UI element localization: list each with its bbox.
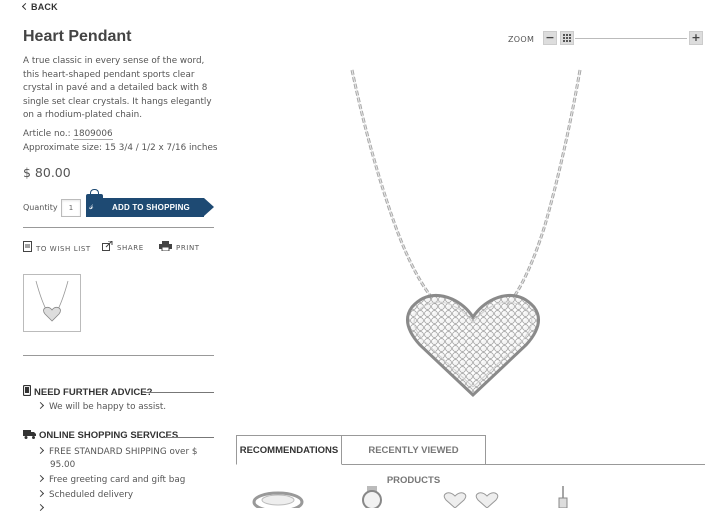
grid-icon xyxy=(563,34,571,42)
chevron-right-icon xyxy=(36,489,45,498)
divider xyxy=(23,355,214,356)
zoom-label: ZOOM xyxy=(508,35,535,44)
phone-icon xyxy=(22,384,32,397)
wishlist-icon xyxy=(23,241,32,255)
product-description: A true classic in every sense of the wor… xyxy=(23,56,212,121)
print-link[interactable]: PRINT xyxy=(159,241,200,254)
add-to-bag-button[interactable]: ADD TO SHOPPING BAG xyxy=(102,198,204,231)
divider xyxy=(23,227,214,228)
service-item-delivery[interactable]: Scheduled delivery xyxy=(36,489,133,500)
pendant-thumbnail-image xyxy=(35,280,69,322)
chevron-right-icon xyxy=(36,446,45,455)
article-number-value: 1809006 xyxy=(73,129,113,140)
shopping-bag-icon[interactable]: 𝓈 xyxy=(86,189,103,217)
service-item-gift[interactable]: Free greeting card and gift bag xyxy=(36,474,185,485)
zoom-grid-button[interactable] xyxy=(560,31,574,45)
recommendation-watch[interactable] xyxy=(362,486,382,508)
chevron-right-icon xyxy=(36,401,45,410)
add-to-bag-arrow[interactable] xyxy=(204,198,214,216)
print-icon xyxy=(159,241,172,254)
wishlist-link[interactable]: TO WISH LIST xyxy=(23,241,91,255)
share-icon xyxy=(102,240,113,254)
quantity-input[interactable]: 1 xyxy=(61,199,81,217)
recommendation-pendant[interactable] xyxy=(558,486,568,508)
divider xyxy=(164,437,214,438)
recommendation-ring[interactable] xyxy=(252,491,304,508)
product-thumbnail[interactable] xyxy=(23,274,81,332)
services-heading: ONLINE SHOPPING SERVICES xyxy=(23,430,178,441)
chevron-right-icon xyxy=(36,474,45,483)
share-link[interactable]: SHARE xyxy=(102,240,144,254)
tab-recently-viewed[interactable]: RECENTLY VIEWED PRODUCTS xyxy=(341,435,486,486)
product-image[interactable] xyxy=(340,65,590,405)
quantity-label: Quantity xyxy=(23,203,58,212)
back-link[interactable]: BACK xyxy=(21,2,58,12)
product-title: Heart Pendant xyxy=(23,28,132,45)
zoom-slider[interactable] xyxy=(575,38,687,39)
product-price: $ 80.00 xyxy=(23,165,71,180)
divider xyxy=(144,392,214,393)
advice-link[interactable]: We will be happy to assist. xyxy=(36,401,166,412)
truck-icon xyxy=(23,430,36,439)
article-number: Article no.: 1809006 xyxy=(23,129,113,140)
service-item-more xyxy=(36,503,49,514)
service-item-shipping-amount: 95.00 xyxy=(50,460,76,470)
recommendation-strip[interactable] xyxy=(250,486,710,508)
recommendation-earrings[interactable] xyxy=(443,492,499,508)
product-size: Approximate size: 15 3/4 / 1/2 x 7/16 in… xyxy=(23,143,218,153)
tab-recommendations[interactable]: RECOMMENDATIONS xyxy=(236,435,342,465)
zoom-in-button[interactable]: + xyxy=(689,31,703,45)
advice-heading: NEED FURTHER ADVICE? xyxy=(22,384,152,398)
chevron-left-icon xyxy=(21,2,30,11)
zoom-out-button[interactable]: − xyxy=(543,31,557,45)
service-item-shipping[interactable]: FREE STANDARD SHIPPING over $ xyxy=(36,446,197,457)
